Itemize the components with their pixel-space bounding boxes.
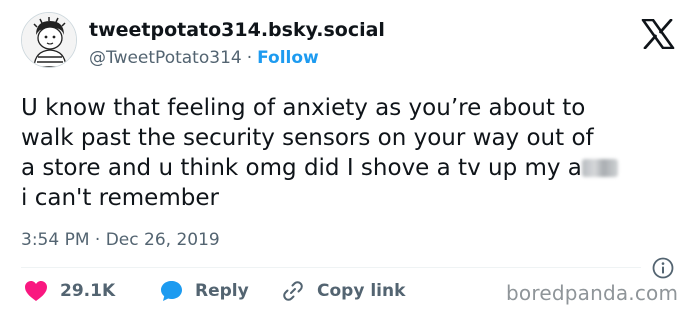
copy-link-button[interactable]: Copy link bbox=[281, 276, 405, 306]
timestamp-separator: · bbox=[94, 230, 101, 250]
tweet-card: tweetpotato314.bsky.social @TweetPotato3… bbox=[0, 0, 700, 318]
tweet-line-1: U know that feeling of anxiety as you’re… bbox=[21, 95, 586, 121]
timestamp-date: Dec 26, 2019 bbox=[105, 230, 220, 250]
author-display-name[interactable]: tweetpotato314.bsky.social bbox=[89, 19, 385, 41]
author-handle[interactable]: @TweetPotato314 bbox=[89, 48, 242, 68]
handle-separator: · bbox=[246, 48, 253, 68]
info-icon[interactable] bbox=[651, 256, 675, 280]
reply-label: Reply bbox=[195, 281, 249, 301]
heart-icon bbox=[25, 281, 47, 301]
tweet-timestamp[interactable]: 3:54 PM · Dec 26, 2019 bbox=[21, 230, 220, 250]
copy-link-label: Copy link bbox=[317, 281, 406, 301]
cartoon-child-avatar-icon bbox=[22, 13, 76, 67]
like-button[interactable]: 29.1K bbox=[24, 276, 115, 306]
watermark: boredpanda.com bbox=[506, 281, 679, 305]
tweet-line-3: a store and u think omg did I shove a tv… bbox=[21, 155, 582, 181]
speech-bubble-icon bbox=[161, 281, 182, 301]
censored-word-blur bbox=[581, 159, 618, 177]
tweet-line-4: i can't remember bbox=[21, 185, 219, 211]
timestamp-time: 3:54 PM bbox=[21, 230, 90, 250]
action-divider bbox=[21, 267, 641, 268]
x-logo-icon[interactable] bbox=[641, 19, 675, 49]
follow-button[interactable]: Follow bbox=[257, 48, 319, 68]
author-handle-line: @TweetPotato314 · Follow bbox=[89, 48, 319, 68]
avatar[interactable] bbox=[21, 12, 77, 68]
like-count: 29.1K bbox=[60, 281, 116, 301]
link-icon bbox=[283, 281, 303, 301]
tweet-line-2: walk past the security sensors on your w… bbox=[21, 125, 594, 151]
reply-button[interactable]: Reply bbox=[160, 276, 249, 306]
tweet-line-3-wrapper: a store and u think omg did I shove a tv… bbox=[21, 153, 681, 183]
tweet-text: U know that feeling of anxiety as you’re… bbox=[21, 93, 681, 213]
